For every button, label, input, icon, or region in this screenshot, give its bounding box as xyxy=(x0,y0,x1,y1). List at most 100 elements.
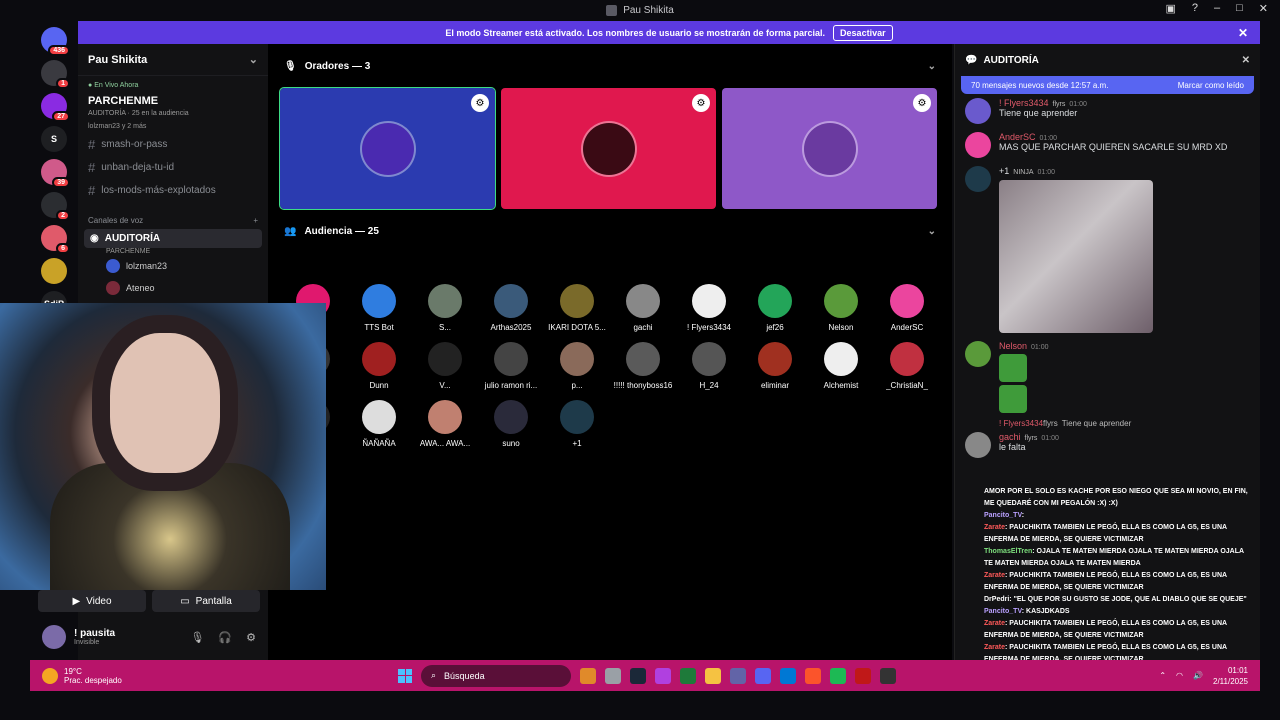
window-title: Pau Shikita xyxy=(623,4,674,16)
audience-member[interactable]: AnderSC xyxy=(874,284,940,332)
audience-member[interactable]: eliminar xyxy=(742,342,808,390)
avatar[interactable] xyxy=(965,166,991,192)
voice-channel-auditoria[interactable]: ◉ AUDITORÍA xyxy=(84,229,262,248)
server-header[interactable]: Pau Shikita ⌄ xyxy=(78,44,268,76)
search-input[interactable]: ⌕ Búsqueda xyxy=(421,664,571,687)
taskbar-app-icon[interactable] xyxy=(730,667,746,684)
server-icon[interactable]: 6 xyxy=(41,225,70,254)
deactivate-button[interactable]: Desactivar xyxy=(833,24,893,41)
audience-member[interactable]: Nelson xyxy=(808,284,874,332)
avatar[interactable] xyxy=(965,98,991,124)
audience-member[interactable]: S... xyxy=(412,284,478,332)
close-window-button[interactable]: ✕ xyxy=(1259,2,1268,15)
voice-member[interactable]: lolzman23 xyxy=(78,255,268,277)
speaker-tile[interactable]: ⚙ xyxy=(501,88,716,209)
server-icon[interactable]: 39 xyxy=(41,159,70,188)
speaker-tile[interactable]: ⚙ xyxy=(722,88,937,209)
maximize-button[interactable]: □ xyxy=(1236,2,1243,15)
voice-category[interactable]: Canales de voz + xyxy=(78,202,268,229)
close-icon[interactable]: ✕ xyxy=(1238,26,1248,40)
close-icon[interactable]: ✕ xyxy=(1242,55,1250,66)
audience-member[interactable]: suno xyxy=(478,400,544,448)
image-attachment[interactable] xyxy=(999,180,1153,333)
speaker-tile[interactable]: ⚙ xyxy=(279,87,496,210)
channel-item[interactable]: # unban-deja-tu-id xyxy=(78,156,268,179)
taskbar-app-icon[interactable] xyxy=(805,667,821,684)
chevron-up-icon[interactable]: ⌃ xyxy=(1159,671,1166,680)
audience-member[interactable]: +1 xyxy=(544,400,610,448)
author-name[interactable]: +1 xyxy=(999,166,1009,176)
taskbar-app-icon[interactable] xyxy=(630,667,646,684)
sticker-image[interactable] xyxy=(999,385,1027,413)
author-name[interactable]: gachi xyxy=(999,432,1021,442)
author-name[interactable]: ! Flyers3434 xyxy=(999,98,1049,108)
audience-member[interactable]: julio ramon ri... xyxy=(478,342,544,390)
audience-member[interactable]: Alchemist xyxy=(808,342,874,390)
server-icon[interactable]: 2 xyxy=(41,192,70,221)
avatar[interactable] xyxy=(965,132,991,158)
minimize-button[interactable]: – xyxy=(1214,2,1220,15)
author-name[interactable]: Nelson xyxy=(999,341,1027,351)
server-icon[interactable]: 436 xyxy=(41,27,70,56)
taskbar-app-icon[interactable] xyxy=(655,667,671,684)
audience-member[interactable]: Arthas2025 xyxy=(478,284,544,332)
author-name[interactable]: AnderSC xyxy=(999,132,1036,142)
wifi-icon[interactable]: ◠ xyxy=(1176,671,1183,680)
help-icon[interactable]: ? xyxy=(1192,2,1198,15)
video-button[interactable]: ▶ Video xyxy=(38,590,146,612)
channel-item[interactable]: # smash-or-pass xyxy=(78,133,268,156)
audience-member[interactable]: H_24 xyxy=(676,342,742,390)
audience-member[interactable]: TTS Bot xyxy=(346,284,412,332)
notification-badge: 2 xyxy=(56,210,70,221)
speakers-header[interactable]: 🎙 Oradores — 3 ⌄ xyxy=(268,54,952,78)
avatar[interactable] xyxy=(965,341,991,367)
avatar[interactable] xyxy=(965,432,991,458)
audience-member[interactable]: gachi xyxy=(610,284,676,332)
clock[interactable]: 01:01 2/11/2025 xyxy=(1213,665,1248,687)
volume-icon[interactable]: 🔊 xyxy=(1193,671,1203,680)
audience-member[interactable]: _ChristiaN_ xyxy=(874,342,940,390)
taskbar-app-icon[interactable] xyxy=(605,667,621,684)
mic-icon[interactable]: 🎙 xyxy=(190,631,204,644)
server-icon[interactable] xyxy=(41,258,67,284)
audience-member[interactable]: Dunn xyxy=(346,342,412,390)
overlay-username: DrPedri xyxy=(984,596,1010,603)
taskbar-app-icon[interactable] xyxy=(580,667,596,684)
weather-widget[interactable]: 19°C Prac. despejado xyxy=(30,667,122,685)
taskbar-app-icon[interactable] xyxy=(780,667,796,684)
avatar[interactable] xyxy=(42,625,66,649)
audience-member[interactable]: ÑAÑAÑA xyxy=(346,400,412,448)
live-title[interactable]: PARCHENME xyxy=(78,95,268,107)
webcam-person-face xyxy=(110,333,220,473)
taskbar-app-icon[interactable] xyxy=(855,667,871,684)
taskbar-app-icon[interactable] xyxy=(755,667,771,684)
audience-member[interactable]: V... xyxy=(412,342,478,390)
audience-header[interactable]: 👥 Audiencia — 25 ⌄ xyxy=(268,219,952,243)
audience-member[interactable]: ! Flyers3434 xyxy=(676,284,742,332)
headphones-icon[interactable]: 🎧 xyxy=(218,631,232,644)
reply-preview[interactable]: ! Flyers3434flyrs Tiene que aprender xyxy=(955,417,1260,428)
channel-item[interactable]: # los-mods-más-explotados xyxy=(78,179,268,202)
audience-member[interactable]: !!!!! thonyboss16 xyxy=(610,342,676,390)
screen-share-button[interactable]: ▭ Pantalla xyxy=(152,590,260,612)
audience-member[interactable]: AWA... AWA... xyxy=(412,400,478,448)
audience-member[interactable]: jef26 xyxy=(742,284,808,332)
member-name: !!!!! thonyboss16 xyxy=(613,381,673,390)
taskbar-app-icon[interactable] xyxy=(680,667,696,684)
windows-start-icon[interactable] xyxy=(398,668,412,683)
server-icon[interactable]: 27 xyxy=(41,93,70,122)
sticker-image[interactable] xyxy=(999,354,1027,382)
mark-read-button[interactable]: Marcar como leído xyxy=(1178,81,1244,90)
taskbar-app-icon[interactable] xyxy=(705,667,721,684)
new-messages-bar[interactable]: 70 mensajes nuevos desde 12:57 a.m. Marc… xyxy=(961,76,1254,94)
inbox-icon[interactable]: ▣ xyxy=(1165,2,1175,15)
server-icon[interactable]: S xyxy=(41,126,67,152)
taskbar-app-icon[interactable] xyxy=(830,667,846,684)
audience-member[interactable]: p... xyxy=(544,342,610,390)
taskbar-app-icon[interactable] xyxy=(880,667,896,684)
audience-member[interactable]: IKARI DOTA 5... xyxy=(544,284,610,332)
voice-member[interactable]: Ateneo xyxy=(78,277,268,299)
overlay-username: Zarate xyxy=(984,644,1006,651)
gear-icon[interactable]: ⚙ xyxy=(246,631,256,644)
server-icon[interactable]: 1 xyxy=(41,60,70,89)
